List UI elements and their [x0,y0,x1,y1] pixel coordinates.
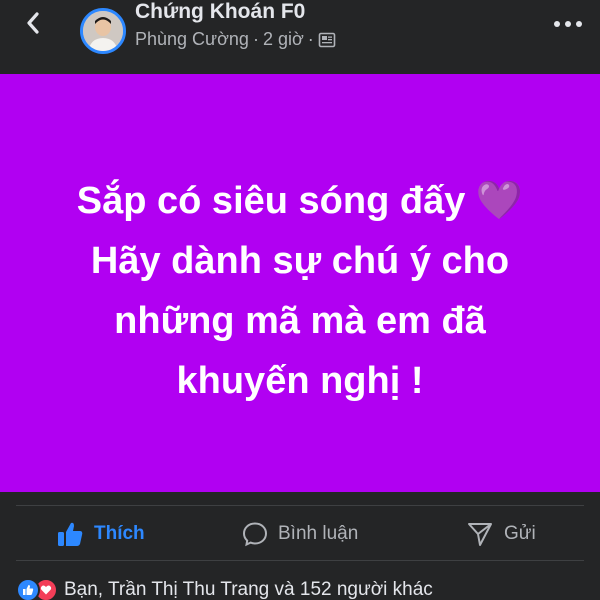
divider [16,560,584,561]
more-options-button[interactable] [546,12,590,36]
like-reaction-icon [16,578,40,600]
comment-label: Bình luận [278,523,359,544]
send-icon [468,523,492,546]
post-text: Sắp có siêu sóng đấy 💜 Hãy dành sự chú ý… [0,171,600,411]
more-dot-icon [576,21,582,27]
group-name[interactable]: Chứng Khoán F0 [135,0,305,24]
post-meta: Phùng Cường · 2 giờ · [135,29,336,50]
like-label: Thích [94,523,145,544]
reactions-summary[interactable]: Bạn, Trần Thị Thu Trang và 152 người khá… [16,575,433,600]
post-line: khuyến nghị ! [176,360,424,402]
post-line: những mã mà em đã [114,300,486,342]
divider [16,505,584,506]
author-name[interactable]: Phùng Cường [135,29,249,50]
chevron-left-icon [27,12,39,34]
post-line: Sắp có siêu sóng đấy 💜 [76,180,524,222]
comment-icon [242,522,268,547]
meta-separator-2: · [307,29,314,49]
thumbs-up-icon [58,522,83,546]
more-dot-icon [554,21,560,27]
send-label: Gửi [504,523,536,544]
avatar[interactable] [80,8,126,54]
more-dot-icon [565,21,571,27]
back-button[interactable] [18,8,48,38]
send-button[interactable]: Gửi [466,514,536,554]
post-line: Hãy dành sự chú ý cho [90,240,510,282]
profile-photo [83,11,123,51]
group-privacy-icon [318,32,336,47]
like-button[interactable]: Thích [56,514,145,554]
post-time[interactable]: 2 giờ [263,29,304,50]
reaction-icons [16,578,58,600]
reactions-text: Bạn, Trần Thị Thu Trang và 152 người khá… [64,579,433,600]
meta-separator: · [252,29,259,49]
comment-button[interactable]: Bình luận [242,514,358,554]
